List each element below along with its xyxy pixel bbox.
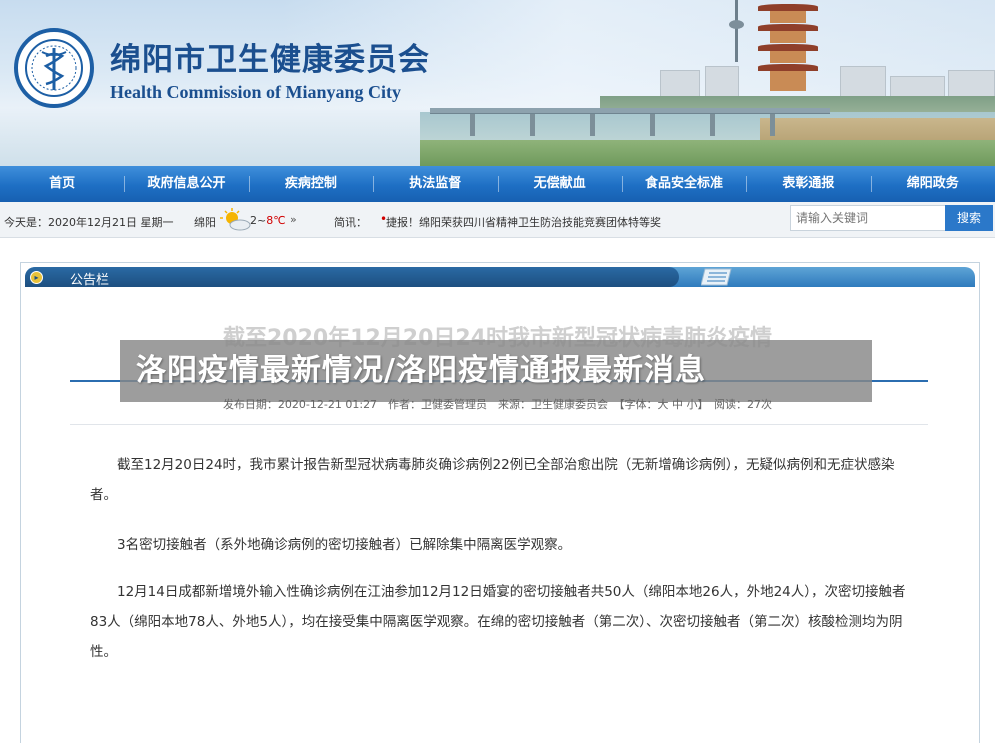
nav-item-food-safety[interactable]: 食品安全标准 — [621, 166, 746, 202]
pagoda — [758, 0, 818, 96]
panel-title: 公告栏 — [70, 273, 110, 288]
search-button[interactable]: 搜索 — [945, 205, 993, 231]
nav-item-gov-info[interactable]: 政府信息公开 — [124, 166, 248, 202]
news-brief-link[interactable]: 捷报！绵阳荣获四川省精神卫生防治技能竞赛团体特等奖 — [386, 214, 661, 230]
temperature: 2~8℃ — [250, 214, 286, 227]
temp-low: 2 — [250, 214, 257, 227]
site-subtitle-english[interactable]: Health Commission of Mianyang City — [110, 82, 401, 103]
bridge-pier — [650, 114, 655, 136]
panel-header: ▸ 公告栏 — [25, 267, 975, 288]
overlay-headline: 洛阳疫情最新情况/洛阳疫情通报最新消息 — [120, 340, 872, 402]
city-building — [840, 66, 886, 98]
weather-city: 绵阳 — [194, 216, 216, 229]
tv-tower — [735, 0, 738, 62]
bridge-pier — [470, 114, 475, 136]
nav-item-disease-control[interactable]: 疾病控制 — [248, 166, 373, 202]
city-building — [660, 70, 700, 98]
news-brief-label: 简讯： — [334, 216, 367, 229]
bridge-pier — [710, 114, 715, 136]
city-building — [948, 70, 995, 98]
circle-arrow-icon: ▸ — [30, 271, 43, 284]
article-paragraph: 12月14日成都新增境外输入性确诊病例在江油参加12月12日婚宴的密切接触者共5… — [90, 584, 906, 660]
caduceus-emblem-icon[interactable] — [14, 28, 94, 108]
nav-item-mianyang-gov[interactable]: 绵阳政务 — [870, 166, 995, 202]
city-building — [705, 66, 739, 98]
site-title[interactable]: 绵阳市卫生健康委员会 — [110, 34, 430, 79]
today-date: 今天是：2020年12月21日 星期一 — [4, 216, 174, 229]
site-banner: 绵阳市卫生健康委员会 Health Commission of Mianyang… — [0, 0, 995, 166]
nav-item-law-enforcement[interactable]: 执法监督 — [373, 166, 497, 202]
panel-header-tab — [25, 267, 679, 287]
article-meta: 发布日期：2020-12-21 01:27 作者：卫健委管理员 来源：卫生健康委… — [222, 398, 773, 411]
double-chevron-right-icon[interactable]: » — [290, 213, 297, 226]
search-input[interactable] — [790, 205, 946, 231]
main-nav: 首页 政府信息公开 疾病控制 执法监督 无偿献血 食品安全标准 表彰通报 绵阳政… — [0, 166, 995, 202]
article-paragraph: 3名密切接触者（系外地确诊病例的密切接触者）已解除集中隔离医学观察。 — [117, 537, 572, 553]
bridge-pier — [770, 114, 775, 136]
tv-tower-top — [729, 20, 744, 29]
temp-separator: ~ — [257, 214, 267, 227]
bridge-pier — [530, 114, 535, 136]
nav-item-home[interactable]: 首页 — [0, 166, 124, 202]
nav-item-blood-donation[interactable]: 无偿献血 — [497, 166, 622, 202]
list-lines-icon — [700, 267, 735, 287]
bridge-pier — [590, 114, 595, 136]
grass-bank — [420, 140, 995, 166]
nav-item-commendation[interactable]: 表彰通报 — [746, 166, 870, 202]
sun-cloud-icon — [220, 208, 252, 232]
river-bank — [760, 118, 995, 140]
city-building — [890, 76, 945, 98]
article-paragraph: 截至12月20日24时，我市累计报告新型冠状病毒肺炎确诊病例22例已全部治愈出院… — [90, 457, 895, 503]
meta-divider — [70, 424, 928, 425]
temp-high: 8℃ — [266, 214, 286, 227]
